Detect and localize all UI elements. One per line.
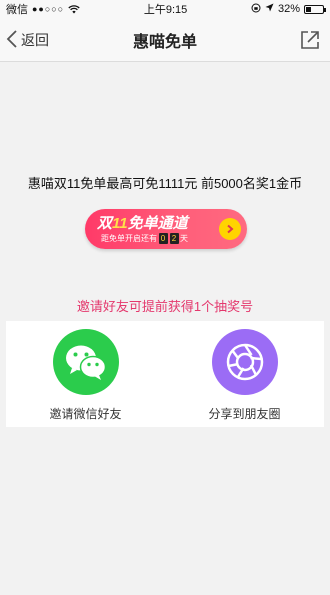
share-to-moments-button[interactable]: 分享到朋友圈 bbox=[165, 321, 324, 427]
countdown-prefix: 距免单开启还有 bbox=[101, 234, 157, 243]
promo-title: 双11免单通道 bbox=[97, 212, 188, 233]
share-panel: 邀请微信好友 分享到朋友圈 bbox=[6, 321, 324, 427]
free-order-channel-button[interactable]: 双11免单通道 距免单开启还有 02 天 bbox=[85, 209, 247, 249]
promo-title-prefix: 双 bbox=[97, 215, 113, 232]
clock: 上午9:15 bbox=[143, 4, 188, 16]
wifi-icon bbox=[68, 4, 80, 14]
battery-level bbox=[305, 6, 312, 12]
chevron-left-icon bbox=[6, 29, 18, 52]
battery-icon bbox=[303, 4, 326, 14]
status-right: 32% bbox=[251, 3, 326, 16]
status-bar: 微信 ●●○○○ 上午9:15 32% bbox=[0, 0, 330, 18]
moments-icon bbox=[211, 329, 278, 395]
rotation-lock-icon bbox=[251, 3, 261, 16]
navigation-bar: 返回 惠喵免单 bbox=[0, 18, 330, 62]
status-left: 微信 ●●○○○ bbox=[6, 1, 80, 17]
location-icon bbox=[265, 3, 274, 15]
countdown: 距免单开启还有 02 天 bbox=[101, 233, 188, 244]
share-option-label: 邀请微信好友 bbox=[49, 407, 122, 421]
external-share-icon bbox=[298, 31, 322, 56]
arrow-right-icon bbox=[219, 218, 241, 240]
share-option-label: 分享到朋友圈 bbox=[208, 407, 281, 421]
invite-tip: 邀请好友可提前获得1个抽奖号 bbox=[76, 299, 254, 314]
countdown-digit: 0 bbox=[158, 233, 168, 244]
promo-title-suffix: 免单通道 bbox=[127, 215, 188, 232]
invite-wechat-friends-button[interactable]: 邀请微信好友 bbox=[6, 321, 165, 427]
back-button[interactable]: 返回 bbox=[6, 18, 49, 62]
promo-title-number: 11 bbox=[112, 215, 128, 232]
wechat-icon bbox=[52, 329, 119, 395]
page-title: 惠喵免单 bbox=[132, 33, 197, 51]
back-label: 返回 bbox=[21, 32, 49, 48]
promotion-headline: 惠喵双11免单最高可免1111元 前5000名奖1金币 bbox=[27, 176, 303, 191]
countdown-digit: 2 bbox=[169, 233, 179, 244]
countdown-unit: 天 bbox=[180, 234, 188, 243]
carrier-label: 微信 bbox=[6, 4, 28, 16]
share-button[interactable] bbox=[298, 28, 322, 52]
battery-percent: 32% bbox=[277, 3, 300, 15]
signal-strength: ●●○○○ bbox=[32, 4, 65, 14]
